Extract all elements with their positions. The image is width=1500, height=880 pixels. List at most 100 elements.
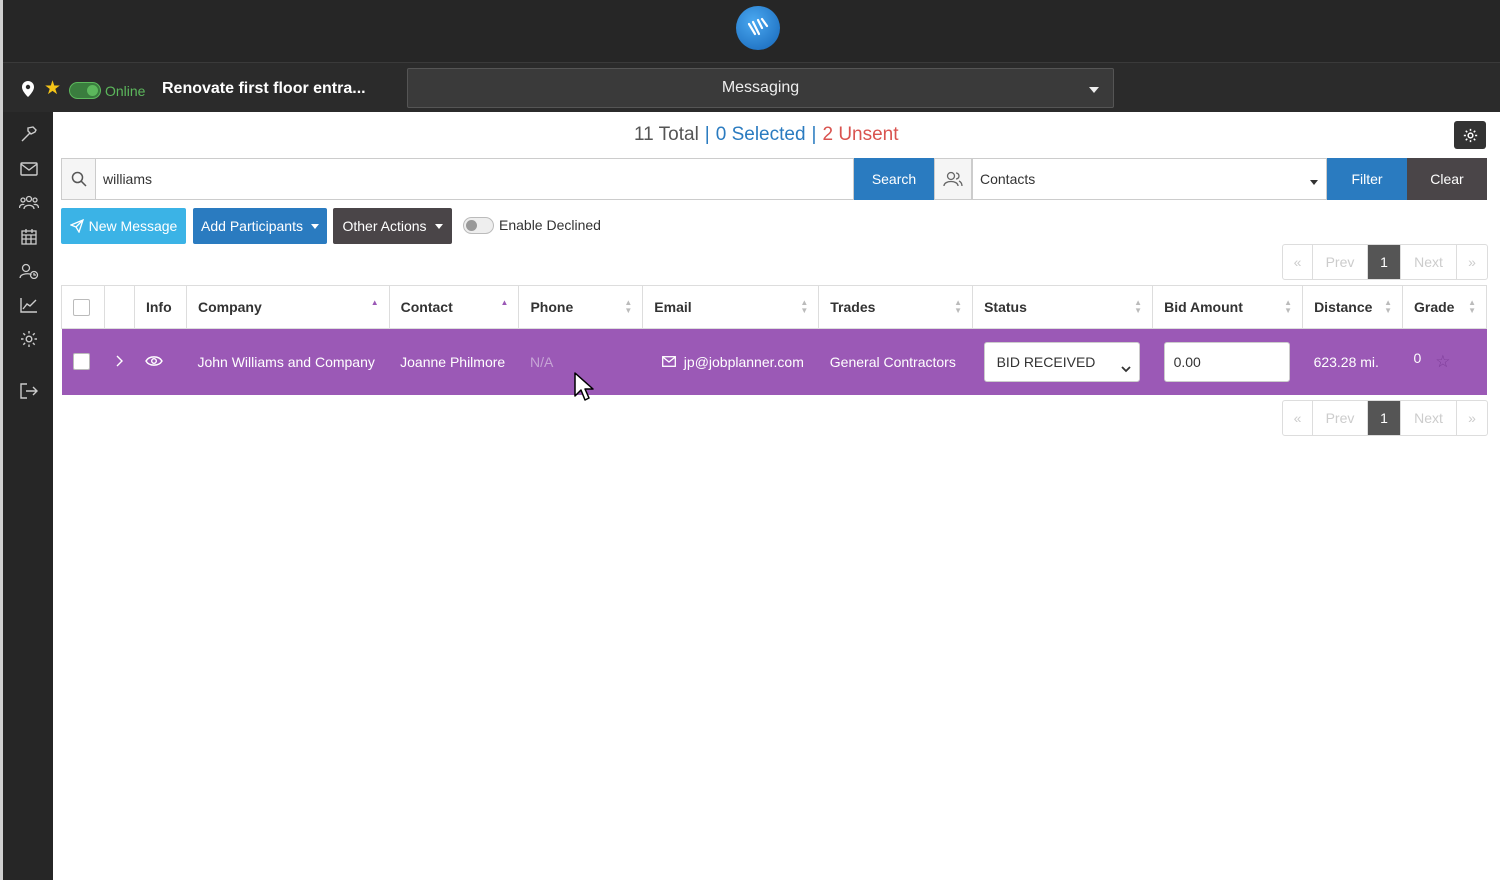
- column-label: Phone: [530, 299, 574, 315]
- column-header-status[interactable]: Status ▲ ▼: [972, 285, 1154, 329]
- email-cell[interactable]: jp@jobplanner.com: [642, 328, 819, 395]
- chevron-down-icon: [1120, 353, 1131, 391]
- search-input[interactable]: williams: [95, 158, 854, 200]
- company-cell[interactable]: John Williams and Company: [186, 328, 390, 395]
- gear-icon[interactable]: [19, 329, 39, 349]
- line-chart-icon[interactable]: [19, 295, 39, 315]
- sort-icon: ▲ ▼: [624, 298, 633, 315]
- trades-cell: General Contractors: [818, 328, 973, 395]
- column-header-trades[interactable]: Trades ▲ ▼: [818, 285, 974, 329]
- info-cell: [134, 328, 187, 395]
- module-select-value: Messaging: [721, 79, 800, 96]
- grade-value: 0: [1413, 349, 1422, 366]
- mouse-cursor-icon: [574, 372, 596, 407]
- contacts-filter-select[interactable]: Contacts: [972, 158, 1327, 200]
- row-checkbox[interactable]: [72, 353, 90, 371]
- column-label: Email: [654, 299, 692, 315]
- user-clock-icon[interactable]: [19, 261, 39, 281]
- status-cell: BID RECEIVED: [972, 328, 1153, 395]
- favorite-star-icon[interactable]: ★: [44, 79, 61, 98]
- search-button[interactable]: Search: [854, 158, 934, 200]
- page-current-button[interactable]: 1: [1368, 245, 1401, 279]
- bid-amount-input[interactable]: 0.00: [1163, 341, 1290, 382]
- distance-cell: 623.28 mi.: [1302, 328, 1403, 395]
- row-select-cell: [61, 328, 105, 395]
- table-header-row: Info Company ▲ Contact ▲ Phone ▲ ▼ Email ▲ ▼ T…: [61, 285, 1487, 329]
- calendar-icon[interactable]: [19, 227, 39, 247]
- table-row[interactable]: John Williams and Company Joanne Philmor…: [61, 328, 1487, 395]
- page-first-button[interactable]: «: [1283, 401, 1313, 435]
- eye-icon[interactable]: [145, 354, 164, 370]
- online-status-label: Online: [105, 83, 146, 99]
- envelope-icon: [661, 356, 676, 367]
- pagination-bottom: « Prev 1 Next »: [1282, 400, 1488, 436]
- column-header-email[interactable]: Email ▲ ▼: [642, 285, 820, 329]
- page-first-button[interactable]: «: [1283, 245, 1313, 279]
- column-label: Bid Amount: [1164, 299, 1243, 315]
- message-stats: 11 Total | 0 Selected | 2 Unsent: [634, 124, 899, 146]
- page-next-button[interactable]: Next: [1401, 245, 1457, 279]
- column-header-phone[interactable]: Phone ▲ ▼: [518, 285, 644, 329]
- sort-icon: ▲ ▼: [1284, 298, 1293, 315]
- new-message-button[interactable]: New Message: [61, 208, 186, 244]
- column-header-contact[interactable]: Contact ▲: [388, 285, 520, 329]
- module-select[interactable]: Messaging: [407, 68, 1114, 108]
- add-participants-button[interactable]: Add Participants: [193, 208, 327, 244]
- selected-count[interactable]: 0 Selected: [716, 124, 806, 145]
- project-title[interactable]: Renovate first floor entra...: [162, 80, 366, 98]
- column-label: Distance: [1314, 299, 1373, 315]
- logout-icon[interactable]: [19, 381, 39, 401]
- contacts-filter-value: Contacts: [980, 171, 1036, 187]
- total-count: 11 Total: [634, 124, 699, 145]
- sidebar: [3, 112, 53, 880]
- page-prev-button[interactable]: Prev: [1313, 245, 1368, 279]
- project-bar: ★ Online Renovate first floor entra... M…: [3, 62, 1500, 112]
- column-label: Company: [197, 299, 262, 315]
- status-select[interactable]: BID RECEIVED: [983, 341, 1140, 382]
- star-outline-icon[interactable]: ☆: [1435, 352, 1450, 371]
- column-label: Trades: [830, 299, 876, 315]
- contact-cell[interactable]: Joanne Philmore: [389, 328, 519, 395]
- enable-declined-toggle[interactable]: [463, 217, 494, 234]
- new-message-label: New Message: [88, 218, 178, 234]
- column-label: Status: [984, 299, 1027, 315]
- column-header-bid-amount[interactable]: Bid Amount ▲ ▼: [1152, 285, 1304, 329]
- grade-cell: 0 ☆: [1402, 328, 1487, 395]
- chevron-right-icon[interactable]: [115, 354, 124, 370]
- column-header-grade[interactable]: Grade ▲ ▼: [1402, 285, 1487, 329]
- sort-icon: ▲ ▼: [800, 298, 809, 315]
- page-last-button[interactable]: »: [1457, 245, 1487, 279]
- chevron-down-icon: [1089, 87, 1099, 93]
- participants-table: Info Company ▲ Contact ▲ Phone ▲ ▼ Email ▲ ▼ T…: [61, 285, 1487, 395]
- hammer-icon[interactable]: [19, 124, 39, 144]
- bid-amount-cell: 0.00: [1152, 328, 1303, 395]
- page-current-button[interactable]: 1: [1368, 401, 1401, 435]
- page-next-button[interactable]: Next: [1401, 401, 1457, 435]
- paper-plane-icon: [69, 219, 84, 233]
- location-pin-icon[interactable]: [22, 81, 34, 102]
- online-toggle[interactable]: [69, 82, 101, 99]
- top-header: [3, 0, 1500, 62]
- column-header-distance[interactable]: Distance ▲ ▼: [1302, 285, 1403, 329]
- contacts-icon: [934, 158, 972, 200]
- page-prev-button[interactable]: Prev: [1313, 401, 1368, 435]
- unsent-count[interactable]: 2 Unsent: [822, 124, 898, 145]
- page-last-button[interactable]: »: [1457, 401, 1487, 435]
- sort-icon: ▲ ▼: [1468, 298, 1476, 315]
- clear-button[interactable]: Clear: [1407, 158, 1487, 200]
- sort-asc-icon: ▲: [370, 298, 379, 307]
- filter-button[interactable]: Filter: [1327, 158, 1407, 200]
- select-all-checkbox[interactable]: [73, 298, 90, 316]
- caret-down-icon: [434, 223, 443, 229]
- email-link[interactable]: jp@jobplanner.com: [684, 354, 804, 370]
- column-label: Contact: [400, 299, 453, 315]
- column-header-company[interactable]: Company ▲: [185, 285, 390, 329]
- envelope-icon[interactable]: [19, 159, 39, 179]
- app-logo-icon[interactable]: [736, 6, 780, 50]
- other-actions-button[interactable]: Other Actions: [333, 208, 452, 244]
- settings-button[interactable]: [1454, 121, 1486, 149]
- column-header-info: Info: [133, 285, 187, 329]
- group-users-icon[interactable]: [19, 192, 39, 212]
- search-icon: [61, 158, 95, 200]
- pagination-top: « Prev 1 Next »: [1282, 244, 1488, 280]
